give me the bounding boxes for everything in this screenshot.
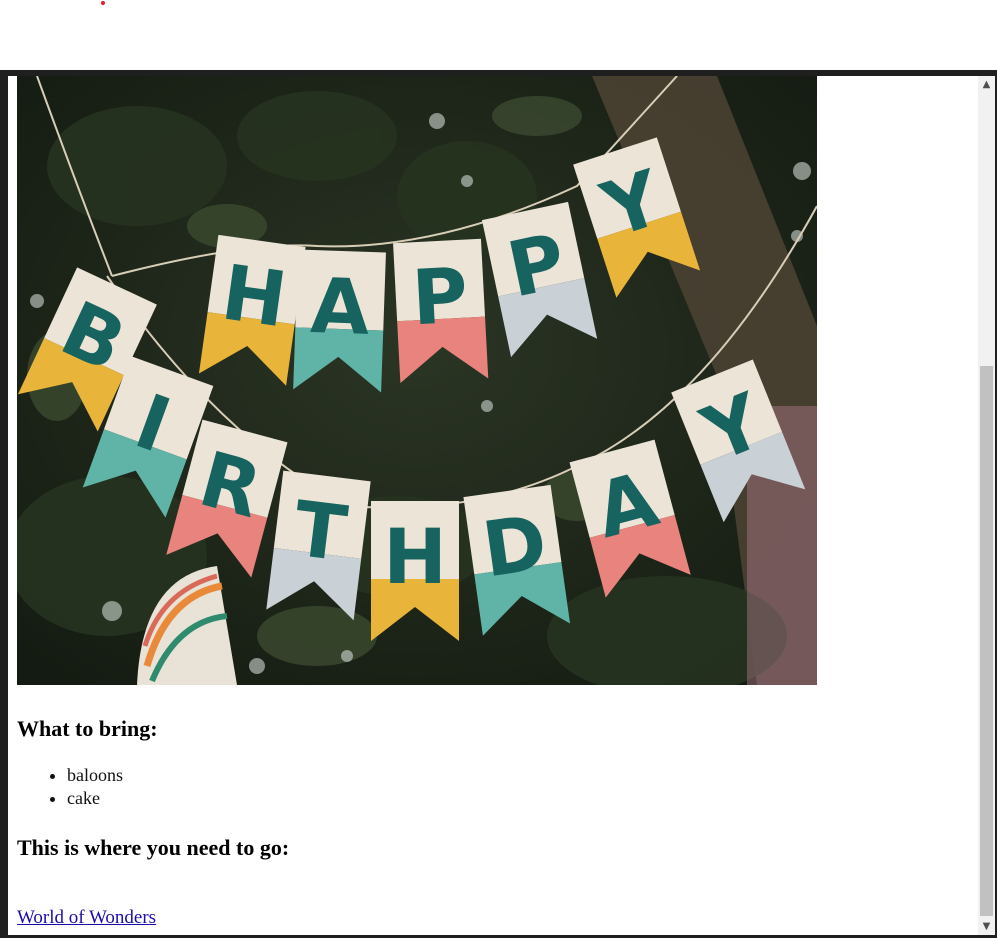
what-to-bring-heading: What to bring: <box>17 716 158 741</box>
page-viewport: HAPPY BIRTHDAY What to bring: baloons ca… <box>8 76 978 935</box>
bring-list: baloons cake <box>17 764 123 810</box>
banner-letter: A <box>309 261 371 352</box>
scroll-up-arrow-icon[interactable]: ▲ <box>978 76 995 93</box>
vertical-scrollbar[interactable]: ▲ ▼ <box>978 76 995 935</box>
birthday-banner-image: HAPPY BIRTHDAY <box>17 76 817 685</box>
banner-letter: P <box>410 251 470 343</box>
where-to-go-heading: This is where you need to go: <box>17 835 290 860</box>
page-content: HAPPY BIRTHDAY What to bring: baloons ca… <box>17 76 947 928</box>
banner-letter: T <box>289 484 351 579</box>
banner-letter: H <box>217 247 292 344</box>
banner-letter: D <box>477 498 552 595</box>
location-link[interactable]: World of Wonders <box>17 907 156 929</box>
banner-letter: H <box>383 512 447 601</box>
list-item: cake <box>67 787 123 810</box>
browser-frame: HAPPY BIRTHDAY What to bring: baloons ca… <box>0 70 997 938</box>
scrollbar-thumb[interactable] <box>980 366 993 916</box>
list-item: baloons <box>67 764 123 787</box>
scroll-down-arrow-icon[interactable]: ▼ <box>978 918 995 935</box>
birthday-banner-svg: H A P PY BIR T H D AY <box>17 76 817 685</box>
red-dot-marker <box>101 1 105 5</box>
